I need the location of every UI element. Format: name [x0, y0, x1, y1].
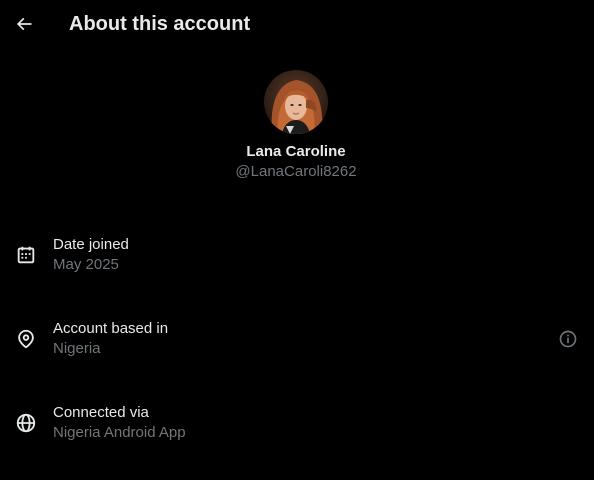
row-value: May 2025 — [53, 256, 119, 273]
row-label: Account based in — [53, 320, 169, 337]
user-handle: @LanaCaroli8262 — [235, 163, 357, 180]
row-account-based-in: Account based in Nigeria — [0, 316, 594, 376]
row-label: Date joined — [53, 236, 129, 253]
row-label: Connected via — [53, 404, 149, 421]
avatar[interactable] — [264, 70, 328, 134]
row-date-joined: Date joined May 2025 — [0, 232, 594, 292]
location-pin-icon — [14, 327, 38, 351]
page-title: About this account — [69, 13, 251, 35]
back-button[interactable] — [8, 8, 40, 40]
header: About this account — [0, 0, 594, 48]
arrow-left-icon — [16, 17, 32, 31]
globe-icon — [14, 411, 38, 435]
profile-photo — [264, 70, 328, 134]
info-icon[interactable] — [556, 327, 580, 351]
row-value: Nigeria Android App — [53, 424, 186, 441]
about-account-page: About this account Lana Caroline @LanaCa… — [0, 0, 594, 480]
display-name: Lana Caroline — [246, 143, 346, 160]
calendar-icon — [14, 243, 38, 267]
row-connected-via: Connected via Nigeria Android App — [0, 400, 594, 460]
row-value: Nigeria — [53, 340, 101, 357]
